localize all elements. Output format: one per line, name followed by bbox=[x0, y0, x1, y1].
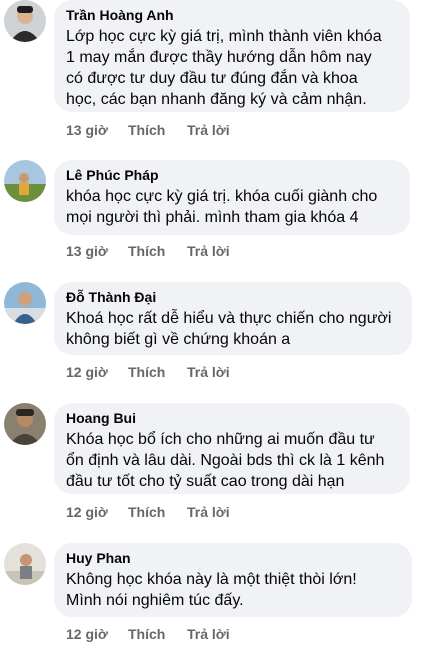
comment-text: Khoá học rất dễ hiểu và thực chiến cho n… bbox=[66, 310, 392, 348]
comment-time[interactable]: 12 giờ bbox=[66, 503, 108, 521]
like-button[interactable]: Thích bbox=[128, 242, 165, 260]
avatar-photo bbox=[4, 160, 46, 202]
comment-text: Không học khóa này là một thiệt thòi lớn… bbox=[66, 571, 357, 609]
comment-bubble: Trần Hoàng Anh Lớp học cực kỳ giá trị, m… bbox=[54, 0, 410, 112]
comment-author[interactable]: Lê Phúc Pháp bbox=[66, 166, 398, 185]
comment-author[interactable]: Hoang Bui bbox=[66, 409, 398, 428]
reply-button[interactable]: Trả lời bbox=[187, 625, 230, 643]
comment-time[interactable]: 12 giờ bbox=[66, 625, 108, 643]
reply-button[interactable]: Trả lời bbox=[187, 242, 230, 260]
comment-bubble: Hoang Bui Khóa học bổ ích cho những ai m… bbox=[54, 403, 410, 494]
avatar-photo bbox=[4, 543, 46, 585]
like-button[interactable]: Thích bbox=[128, 363, 165, 381]
like-button[interactable]: Thích bbox=[128, 625, 165, 643]
like-button[interactable]: Thích bbox=[128, 121, 165, 139]
comment-bubble: Huy Phan Không học khóa này là một thiệt… bbox=[54, 543, 412, 617]
avatar[interactable] bbox=[4, 160, 46, 202]
comment-author[interactable]: Trần Hoàng Anh bbox=[66, 6, 398, 25]
comment-time[interactable]: 12 giờ bbox=[66, 363, 108, 381]
avatar-photo bbox=[4, 282, 46, 324]
avatar[interactable] bbox=[4, 403, 46, 445]
comment-time[interactable]: 13 giờ bbox=[66, 121, 108, 139]
comment-author[interactable]: Đỗ Thành Đại bbox=[66, 288, 400, 307]
avatar[interactable] bbox=[4, 0, 46, 42]
reply-button[interactable]: Trả lời bbox=[187, 121, 230, 139]
like-button[interactable]: Thích bbox=[128, 503, 165, 521]
reply-button[interactable]: Trả lời bbox=[187, 503, 230, 521]
comment-text: Khóa học bổ ích cho những ai muốn đầu tư… bbox=[66, 431, 385, 490]
comment-text: khóa học cực kỳ giá trị. khóa cuối giành… bbox=[66, 188, 378, 226]
reply-button[interactable]: Trả lời bbox=[187, 363, 230, 381]
comment-time[interactable]: 13 giờ bbox=[66, 242, 108, 260]
avatar-photo bbox=[4, 0, 46, 42]
comment-text: Lớp học cực kỳ giá trị, mình thành viên … bbox=[66, 28, 382, 108]
comment-bubble: Đỗ Thành Đại Khoá học rất dễ hiểu và thự… bbox=[54, 282, 412, 355]
avatar[interactable] bbox=[4, 543, 46, 585]
comment-author[interactable]: Huy Phan bbox=[66, 549, 400, 568]
avatar[interactable] bbox=[4, 282, 46, 324]
avatar-photo bbox=[4, 403, 46, 445]
comment-bubble: Lê Phúc Pháp khóa học cực kỳ giá trị. kh… bbox=[54, 160, 410, 235]
